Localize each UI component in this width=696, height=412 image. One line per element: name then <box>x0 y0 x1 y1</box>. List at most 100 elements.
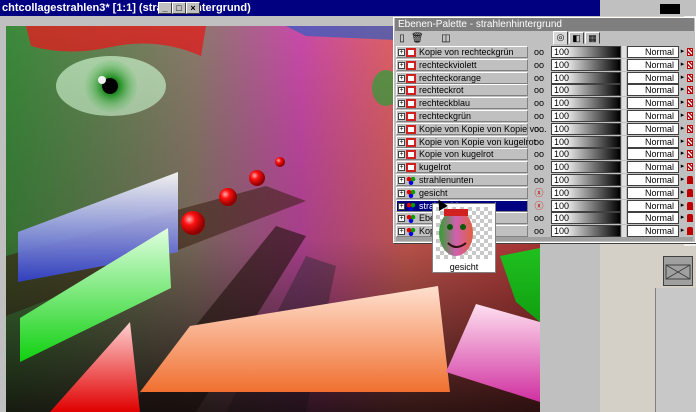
blend-arrow-icon[interactable]: ▸ <box>679 225 686 238</box>
opacity-slider[interactable]: 100 <box>551 199 621 212</box>
blend-mode-select[interactable]: Normal <box>627 199 679 212</box>
layer-row[interactable]: + rechteckrot oo 100 Normal ▸ <box>396 84 693 97</box>
blend-mode-select[interactable]: Normal <box>627 97 679 110</box>
blend-arrow-icon[interactable]: ▸ <box>679 212 686 225</box>
lock-icon[interactable] <box>687 163 693 172</box>
maximize-button[interactable]: □ <box>172 2 186 14</box>
visibility-toggle-icon[interactable]: ⓧ <box>532 188 546 198</box>
layer-name-cell[interactable]: + rechteckorange <box>396 71 528 84</box>
blend-arrow-icon[interactable]: ▸ <box>679 199 686 212</box>
visibility-toggle-icon[interactable]: oo <box>532 137 546 147</box>
opacity-spin-icon[interactable] <box>622 161 626 174</box>
blend-mode-select[interactable]: Normal <box>627 46 679 58</box>
layer-row[interactable]: + kugelrot oo 100 Normal ▸ <box>396 161 693 174</box>
expand-icon[interactable]: + <box>398 49 405 56</box>
layer-name-cell[interactable]: + Kopie von Kopie von Kopie vo... <box>396 122 547 135</box>
opacity-spin-icon[interactable] <box>622 225 626 238</box>
blend-arrow-icon[interactable]: ▸ <box>679 161 686 174</box>
visibility-toggle-icon[interactable]: oo <box>532 162 546 172</box>
expand-icon[interactable]: + <box>398 164 405 172</box>
layer-row[interactable]: + rechteckorange oo 100 Normal ▸ <box>396 71 693 85</box>
opacity-spin-icon[interactable] <box>622 97 626 110</box>
opacity-slider[interactable]: 100 <box>551 84 621 97</box>
foreground-color-swatch[interactable] <box>660 4 680 14</box>
opacity-slider[interactable]: 100 <box>551 110 621 122</box>
blend-mode-select[interactable]: Normal <box>627 122 679 135</box>
blend-mode-select[interactable]: Normal <box>627 58 679 71</box>
opacity-spin-icon[interactable] <box>622 148 626 161</box>
tab-visibility[interactable]: ◎ <box>553 31 568 45</box>
blend-mode-select[interactable]: Normal <box>627 161 679 174</box>
blend-mode-select[interactable]: Normal <box>627 84 679 97</box>
lock-icon[interactable] <box>687 214 693 223</box>
lock-icon[interactable] <box>687 201 693 210</box>
opacity-spin-icon[interactable] <box>622 46 626 58</box>
lock-icon[interactable] <box>687 137 693 146</box>
blend-mode-select[interactable]: Normal <box>627 212 679 225</box>
opacity-spin-icon[interactable] <box>622 174 626 186</box>
blend-mode-select[interactable]: Normal <box>627 174 679 186</box>
opacity-spin-icon[interactable] <box>622 199 626 212</box>
lock-icon[interactable] <box>687 150 693 159</box>
visibility-toggle-icon[interactable]: oo <box>532 73 546 83</box>
expand-icon[interactable]: + <box>398 61 405 69</box>
new-layer-icon[interactable]: ▯ <box>396 33 408 45</box>
visibility-toggle-icon[interactable]: oo <box>532 111 546 121</box>
visibility-toggle-icon[interactable]: oo <box>532 124 546 134</box>
opacity-slider[interactable]: 100 <box>551 212 621 225</box>
expand-icon[interactable]: + <box>398 228 405 236</box>
opacity-slider[interactable]: 100 <box>551 58 621 71</box>
blend-arrow-icon[interactable]: ▸ <box>679 186 686 199</box>
blend-arrow-icon[interactable]: ▸ <box>679 71 686 84</box>
visibility-toggle-icon[interactable]: ⓧ <box>532 201 546 211</box>
visibility-toggle-icon[interactable]: oo <box>532 60 546 70</box>
layer-row[interactable]: + rechteckblau oo 100 Normal ▸ <box>396 97 693 110</box>
visibility-toggle-icon[interactable]: oo <box>532 47 546 57</box>
minimize-button[interactable]: _ <box>158 2 172 14</box>
layer-row[interactable]: + strahlenunten oo 100 Normal ▸ <box>396 174 693 187</box>
opacity-slider[interactable]: 100 <box>551 161 621 174</box>
lock-icon[interactable] <box>687 188 693 197</box>
blend-arrow-icon[interactable]: ▸ <box>679 58 686 71</box>
layer-name-cell[interactable]: + Kopie von rechteckgrün <box>396 46 528 58</box>
opacity-spin-icon[interactable] <box>622 186 626 199</box>
expand-icon[interactable]: + <box>398 87 405 95</box>
expand-icon[interactable]: + <box>398 177 405 184</box>
blend-mode-select[interactable]: Normal <box>627 110 679 122</box>
blend-arrow-icon[interactable]: ▸ <box>679 110 686 122</box>
visibility-toggle-icon[interactable]: oo <box>532 98 546 108</box>
layer-name-cell[interactable]: + kugelrot <box>396 161 528 174</box>
layer-row[interactable]: + Kopie von rechteckgrün oo 100 Normal ▸ <box>396 46 693 59</box>
layer-row[interactable]: + Kopie von Kopie von kugelrot oo 100 Normal… <box>396 135 693 149</box>
layer-row[interactable]: + Kopie von Kopie von Kopie vo... oo 100 Nor… <box>396 122 693 136</box>
expand-icon[interactable]: + <box>398 189 405 197</box>
blend-arrow-icon[interactable]: ▸ <box>679 135 686 148</box>
lock-icon[interactable] <box>687 99 693 108</box>
layer-name-cell[interactable]: + rechteckgrün <box>396 110 528 122</box>
layer-name-cell[interactable]: + Kopie von kugelrot <box>396 148 528 161</box>
delete-layer-icon[interactable]: 🗑 <box>411 33 424 45</box>
opacity-slider[interactable]: 100 <box>551 174 621 186</box>
layer-row[interactable]: + rechteckgrün oo 100 Normal ▸ <box>396 110 693 123</box>
expand-icon[interactable]: + <box>398 151 405 159</box>
opacity-slider[interactable]: 100 <box>551 122 621 135</box>
layer-name-cell[interactable]: + rechteckviolett <box>396 58 528 71</box>
blend-arrow-icon[interactable]: ▸ <box>679 46 686 58</box>
opacity-slider[interactable]: 100 <box>551 148 621 161</box>
blend-arrow-icon[interactable]: ▸ <box>679 148 686 161</box>
visibility-toggle-icon[interactable]: oo <box>532 175 546 185</box>
visibility-toggle-icon[interactable]: oo <box>532 213 546 223</box>
opacity-slider[interactable]: 100 <box>551 46 621 58</box>
expand-icon[interactable]: + <box>398 100 405 108</box>
opacity-slider[interactable]: 100 <box>551 225 621 238</box>
lock-icon[interactable] <box>687 176 693 184</box>
opacity-spin-icon[interactable] <box>622 110 626 122</box>
blend-mode-select[interactable]: Normal <box>627 135 679 148</box>
blend-arrow-icon[interactable]: ▸ <box>679 174 686 186</box>
opacity-spin-icon[interactable] <box>622 122 626 135</box>
document-titlebar[interactable]: chtcollagestrahlen3* [1:1] (strahlenhint… <box>0 0 600 16</box>
blend-mode-select[interactable]: Normal <box>627 148 679 161</box>
expand-icon[interactable]: + <box>398 74 405 82</box>
opacity-spin-icon[interactable] <box>622 212 626 225</box>
opacity-slider[interactable]: 100 <box>551 71 621 84</box>
